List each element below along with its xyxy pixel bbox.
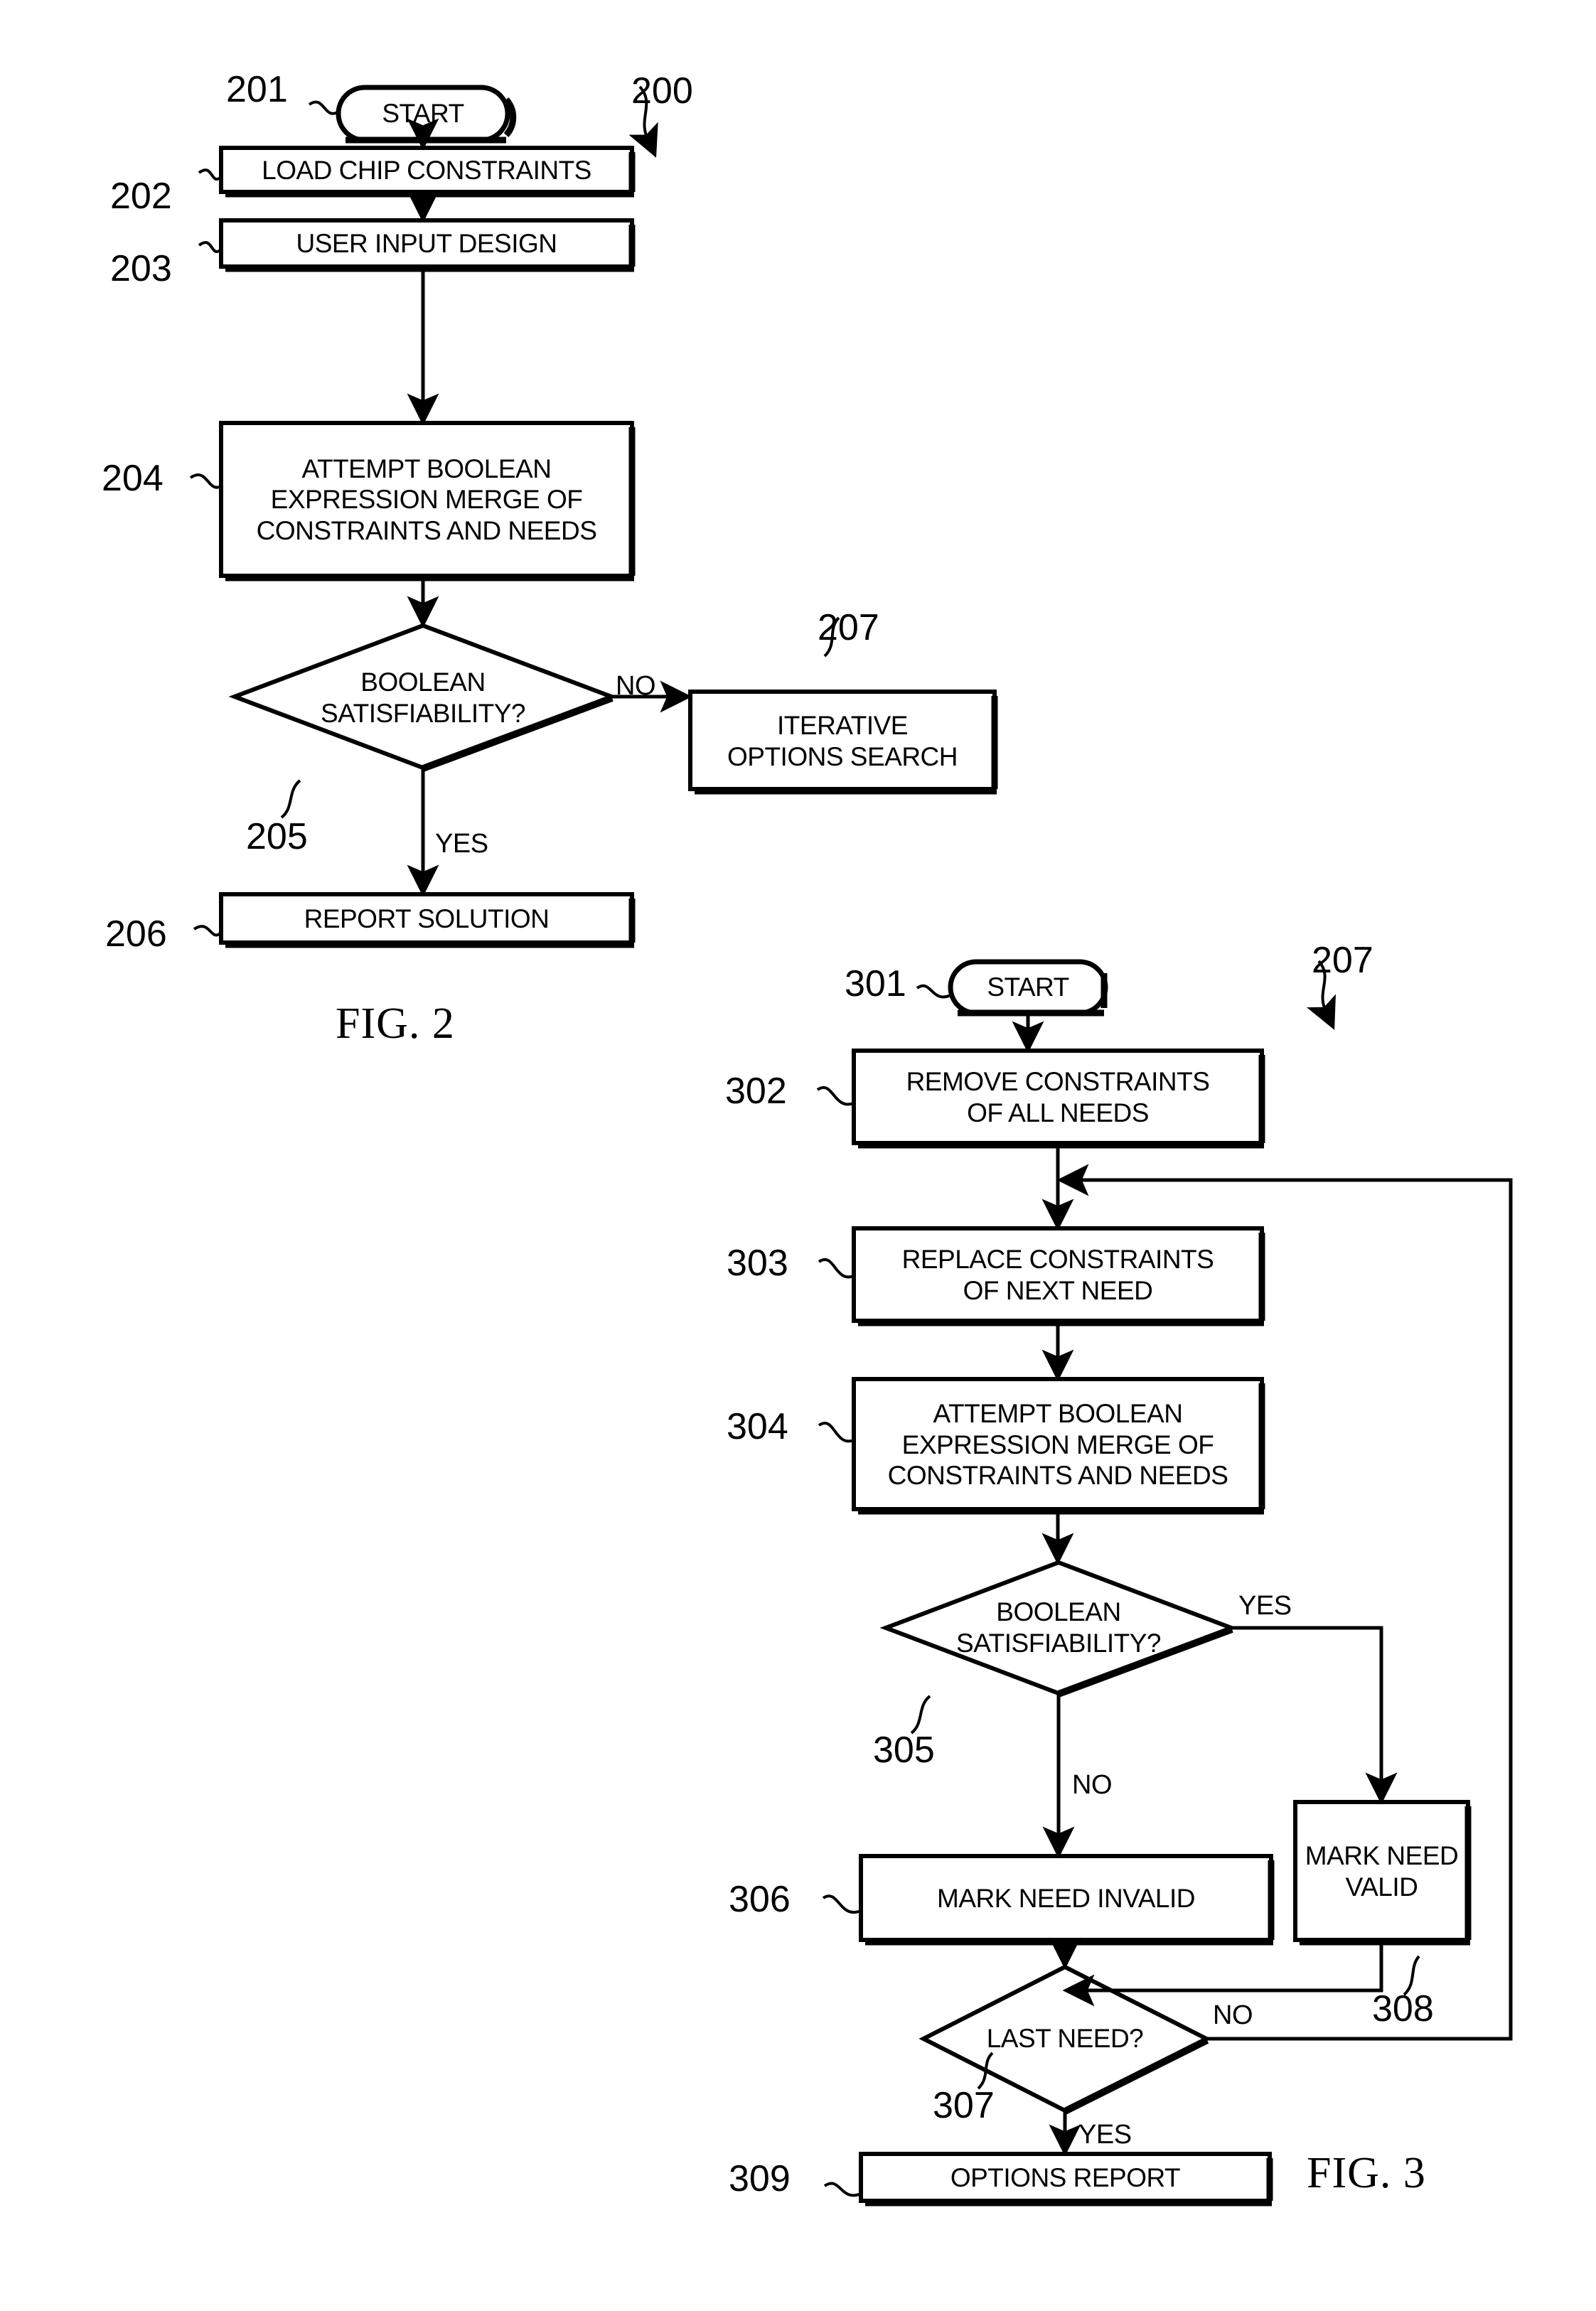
fig2-box-202-shape bbox=[219, 146, 636, 198]
fig3-diamond-305-shape bbox=[879, 1560, 1238, 1698]
fig3-yes-branch-path bbox=[1233, 1626, 1383, 1795]
fig3-box-306-shape bbox=[859, 1854, 1275, 1946]
fig2-box-203-shape bbox=[219, 218, 636, 272]
fig2-diamond-205-shape bbox=[228, 623, 618, 772]
fig3-lead-301 bbox=[916, 984, 951, 999]
fig3-ref-304: 304 bbox=[727, 1406, 788, 1447]
flowchart-vector-layer bbox=[189, 85, 1513, 2207]
fig3-ref-207-flow: 207 bbox=[1312, 940, 1373, 981]
fig3-lead-306 bbox=[822, 1894, 862, 1914]
fig3-edge-label-no-satisfiability: NO bbox=[1072, 1770, 1113, 1800]
fig2-ref-200-flow: 200 bbox=[631, 70, 693, 112]
fig3-start-terminator-shape bbox=[948, 959, 1108, 1017]
fig3-lead-302 bbox=[816, 1085, 855, 1106]
fig3-box-303-shape bbox=[852, 1226, 1265, 1326]
fig3-ref-301: 301 bbox=[845, 963, 906, 1004]
fig3-ref-307: 307 bbox=[933, 2085, 995, 2126]
fig2-box-207-shape bbox=[688, 690, 998, 795]
fig2-box-206-shape bbox=[219, 892, 636, 948]
fig2-ref-204: 204 bbox=[102, 458, 164, 499]
fig3-edge-label-yes-last-need: YES bbox=[1078, 2120, 1132, 2150]
fig2-lead-203 bbox=[198, 241, 223, 253]
fig2-ref-206: 206 bbox=[105, 913, 167, 955]
fig3-edge-label-no-last-need: NO bbox=[1213, 2000, 1253, 2030]
fig2-start-terminator-shape bbox=[336, 85, 517, 144]
fig3-lead-309 bbox=[823, 2182, 862, 2197]
fig3-lead-303 bbox=[818, 1258, 855, 1279]
fig2-box-204-shape bbox=[219, 421, 636, 581]
fig2-ref-205: 205 bbox=[246, 816, 308, 857]
fig2-caption: FIG. 2 bbox=[336, 999, 455, 1048]
fig2-ref-207: 207 bbox=[818, 607, 879, 648]
fig3-308-merge-path bbox=[1081, 1944, 1383, 1993]
fig3-box-304-shape bbox=[852, 1377, 1265, 1515]
fig2-ref-202: 202 bbox=[110, 176, 172, 217]
fig3-ref-308: 308 bbox=[1372, 1988, 1434, 2030]
drawing-canvas: START LOAD CHIP CONSTRAINTS USER INPUT D… bbox=[0, 0, 1596, 2311]
fig2-lead-204 bbox=[189, 473, 222, 489]
fig2-lead-201 bbox=[308, 100, 340, 115]
patent-drawing-sheet: START LOAD CHIP CONSTRAINTS USER INPUT D… bbox=[0, 0, 1596, 2311]
fig3-edge-label-yes-satisfiability: YES bbox=[1238, 1591, 1292, 1621]
fig3-ref-302: 302 bbox=[725, 1071, 787, 1112]
fig2-lead-202 bbox=[198, 168, 223, 181]
fig3-caption: FIG. 3 bbox=[1307, 2149, 1426, 2197]
fig2-edge-label-yes: YES bbox=[435, 829, 488, 859]
fig3-ref-306: 306 bbox=[729, 1879, 791, 1920]
fig3-ref-309: 309 bbox=[729, 2158, 791, 2199]
fig2-lead-206 bbox=[193, 925, 223, 937]
fig2-lead-205 bbox=[280, 779, 301, 819]
fig3-ref-303: 303 bbox=[727, 1243, 788, 1284]
fig2-ref-203: 203 bbox=[110, 248, 172, 289]
fig3-box-302-shape bbox=[852, 1049, 1265, 1149]
fig3-ref-305: 305 bbox=[873, 1730, 935, 1771]
fig3-box-309-shape bbox=[859, 2152, 1273, 2207]
fig3-box-308-shape bbox=[1293, 1800, 1472, 1946]
fig3-lead-305 bbox=[910, 1695, 931, 1734]
fig2-edge-label-no: NO bbox=[616, 671, 656, 701]
fig2-ref-201: 201 bbox=[226, 69, 288, 110]
fig3-lead-304 bbox=[818, 1422, 855, 1443]
